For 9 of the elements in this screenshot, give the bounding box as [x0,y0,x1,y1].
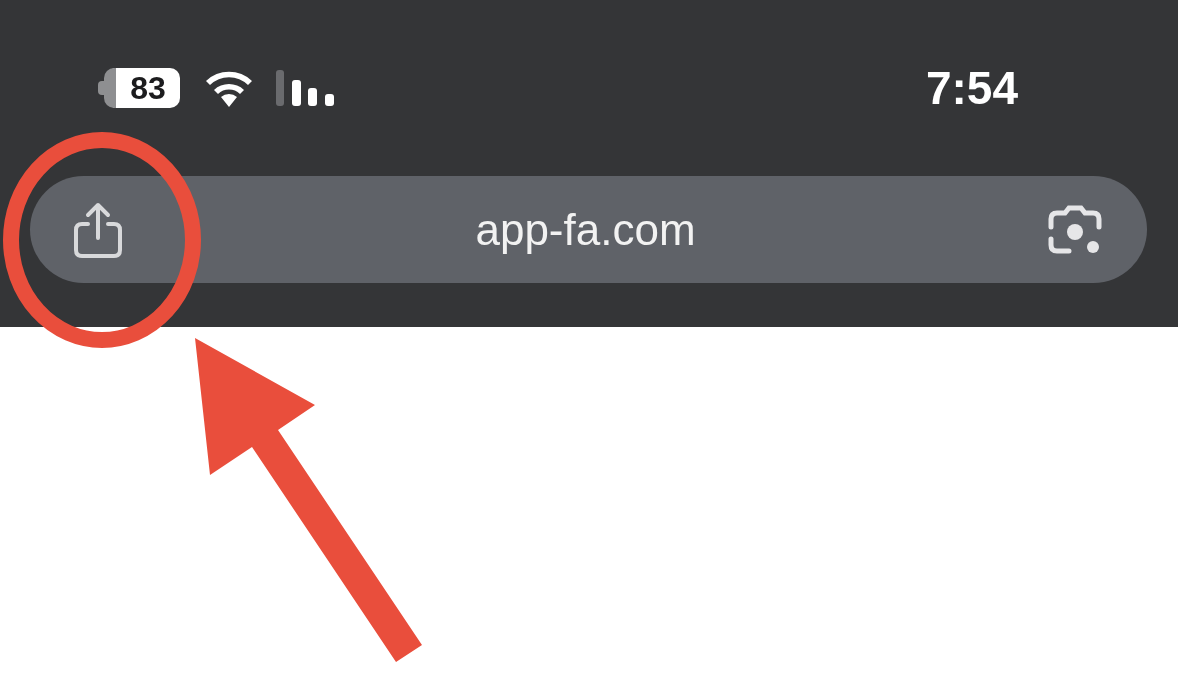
battery-level: 83 [104,68,180,108]
battery-cap-icon [98,81,104,95]
share-icon[interactable] [72,201,124,258]
address-bar[interactable]: app-fa.com [30,176,1147,283]
wifi-icon [204,69,254,107]
signal-icon [276,70,336,106]
camera-search-icon[interactable] [1047,204,1105,255]
url-text[interactable]: app-fa.com [124,196,1047,263]
clock-time: 7:54 [925,60,1018,116]
